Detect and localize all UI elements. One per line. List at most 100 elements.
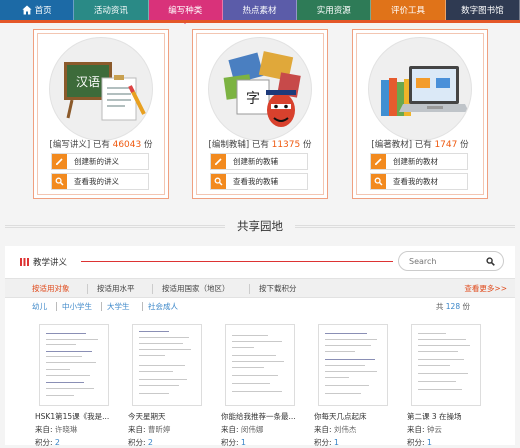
thumb-line — [325, 339, 377, 340]
document-title[interactable]: 今天星期天 — [128, 411, 208, 422]
count-prefix: [编写讲义] 已有 — [49, 140, 110, 150]
nav-evaluation-tools[interactable]: 评价工具 — [371, 0, 446, 20]
document-author: 闵伟娜 — [240, 425, 264, 434]
pencil-icon — [52, 154, 67, 169]
divider-right — [295, 225, 515, 228]
search-box[interactable] — [398, 251, 504, 271]
lecture-count: [编写讲义] 已有 46043 份 — [34, 138, 168, 150]
create-lecture-label: 创建新的讲义 — [74, 157, 119, 166]
filter-tab-country[interactable]: 按适用国家（地区） — [162, 283, 230, 294]
category-adult[interactable]: 社会成人 — [148, 301, 178, 312]
count-prefix: [编制教辅] 已有 — [208, 140, 269, 150]
document-thumbnail[interactable] — [318, 324, 388, 406]
nav-label: 活动资讯 — [93, 6, 128, 16]
thumb-line — [46, 351, 92, 352]
thumb-line — [325, 371, 377, 372]
document-score: 1 — [426, 438, 433, 447]
thumb-line — [418, 351, 458, 352]
category-university[interactable]: 大学生 — [107, 301, 130, 312]
category-separator — [101, 302, 102, 311]
thumb-line — [418, 333, 446, 334]
thumb-line — [418, 365, 450, 366]
document-card[interactable]: 你每天几点起床 来自: 刘伟杰 积分: 1 — [314, 324, 394, 448]
document-score: 1 — [333, 438, 340, 447]
category-k12[interactable]: 中小学生 — [62, 301, 92, 312]
search-icon — [371, 174, 386, 189]
thumb-line — [139, 337, 189, 338]
nav-label: 实用资源 — [316, 6, 351, 16]
document-author-row: 来自: 闵伟娜 — [221, 424, 301, 435]
pencil-icon — [371, 154, 386, 169]
thumb-line — [232, 391, 282, 392]
thumb-line — [46, 333, 86, 334]
create-lecture-button[interactable]: 创建新的讲义 — [51, 153, 149, 170]
nav-label: 评价工具 — [391, 6, 426, 16]
document-title[interactable]: 你每天几点起床 — [314, 411, 394, 422]
document-title[interactable]: HSK1第15课《我是... — [35, 411, 115, 422]
document-card[interactable]: HSK1第15课《我是... 来自: 许晓琳 积分: 2 — [35, 324, 115, 448]
view-textbook-button[interactable]: 查看我的教材 — [370, 173, 468, 190]
document-thumbnail[interactable] — [225, 324, 295, 406]
document-author-row: 来自: 许晓琳 — [35, 424, 115, 435]
document-thumbnail[interactable] — [132, 324, 202, 406]
nav-compile-types[interactable]: 编写种类 — [148, 0, 223, 24]
document-score-row: 积分: 2 — [35, 437, 115, 448]
nav-practical-resources[interactable]: 实用资源 — [297, 0, 372, 20]
nav-digital-library[interactable]: 数字图书馆 — [445, 0, 520, 20]
document-thumbnail[interactable] — [39, 324, 109, 406]
filter-separator — [249, 284, 250, 294]
document-author: 刘伟杰 — [333, 425, 357, 434]
thumb-line — [46, 339, 98, 340]
lecture-notes-panel: 教学讲义 按适用对象 按适用水平 按适用国家（地区） 按下载积分 查看更多>> … — [5, 246, 515, 448]
document-card[interactable]: 第二课 3 在操场 来自: 钟云 积分: 1 — [407, 324, 487, 448]
view-more-link[interactable]: 查看更多>> — [464, 283, 507, 294]
view-lecture-button[interactable]: 查看我的讲义 — [51, 173, 149, 190]
category-toddler[interactable]: 幼儿 — [32, 301, 47, 312]
document-title[interactable]: 你能给我推荐一条最... — [221, 411, 301, 422]
document-card[interactable]: 你能给我推荐一条最... 来自: 闵伟娜 积分: 1 — [221, 324, 301, 448]
document-title[interactable]: 第二课 3 在操场 — [407, 411, 487, 422]
document-author-row: 来自: 刘伟杰 — [314, 424, 394, 435]
nav-label: 编写种类 — [168, 6, 203, 16]
thumb-line — [325, 359, 375, 360]
nav-hot-materials[interactable]: 热点素材 — [222, 0, 298, 20]
view-tutorial-button[interactable]: 查看我的教辅 — [210, 173, 308, 190]
total-prefix: 共 — [435, 302, 444, 311]
nav-home[interactable]: 首页 — [0, 0, 75, 20]
search-input[interactable] — [409, 255, 479, 267]
filter-tab-level[interactable]: 按适用水平 — [97, 283, 135, 294]
count-prefix: [编著教材] 已有 — [371, 140, 432, 150]
view-lecture-label: 查看我的讲义 — [74, 177, 119, 186]
thumb-line — [418, 373, 468, 374]
document-thumbnail[interactable] — [411, 324, 481, 406]
thumb-line — [46, 375, 90, 376]
card-lecture-notes: 汉语 [编写讲义] 已有 46043 份 创建新的讲义 查看我的讲义 — [33, 29, 169, 199]
document-card[interactable]: 今天星期天 来自: 曹昕婷 积分: 2 — [128, 324, 208, 448]
filter-tab-audience[interactable]: 按适用对象 — [32, 283, 70, 294]
main-nav: 首页 活动资讯 编写种类 热点素材 实用资源 评价工具 数字图书馆 — [0, 0, 520, 24]
thumb-line — [46, 382, 84, 383]
home-icon — [22, 5, 32, 15]
thumb-line — [46, 344, 76, 345]
thumb-line — [46, 362, 96, 363]
magnifier-icon[interactable] — [486, 257, 495, 266]
nav-activity-news[interactable]: 活动资讯 — [74, 0, 149, 20]
nav-label: 热点素材 — [242, 6, 277, 16]
total-count: 共 128 份 — [436, 301, 470, 312]
thumb-line — [418, 339, 466, 340]
count-number: 1747 — [434, 140, 458, 150]
thumb-line — [139, 379, 187, 380]
count-number: 46043 — [112, 140, 142, 150]
thumb-line — [139, 371, 173, 372]
thumb-line — [325, 351, 355, 352]
score-label: 积分: — [407, 438, 425, 447]
thumb-line — [139, 343, 183, 344]
create-textbook-button[interactable]: 创建新的教材 — [370, 153, 468, 170]
document-score: 2 — [54, 438, 61, 447]
search-icon — [211, 174, 226, 189]
filter-tab-points[interactable]: 按下载积分 — [259, 283, 297, 294]
thumb-line — [46, 369, 70, 370]
filter-separator — [152, 284, 153, 294]
tutorial-count: [编制教辅] 已有 11375 份 — [193, 138, 327, 150]
create-tutorial-button[interactable]: 创建新的教辅 — [210, 153, 308, 170]
